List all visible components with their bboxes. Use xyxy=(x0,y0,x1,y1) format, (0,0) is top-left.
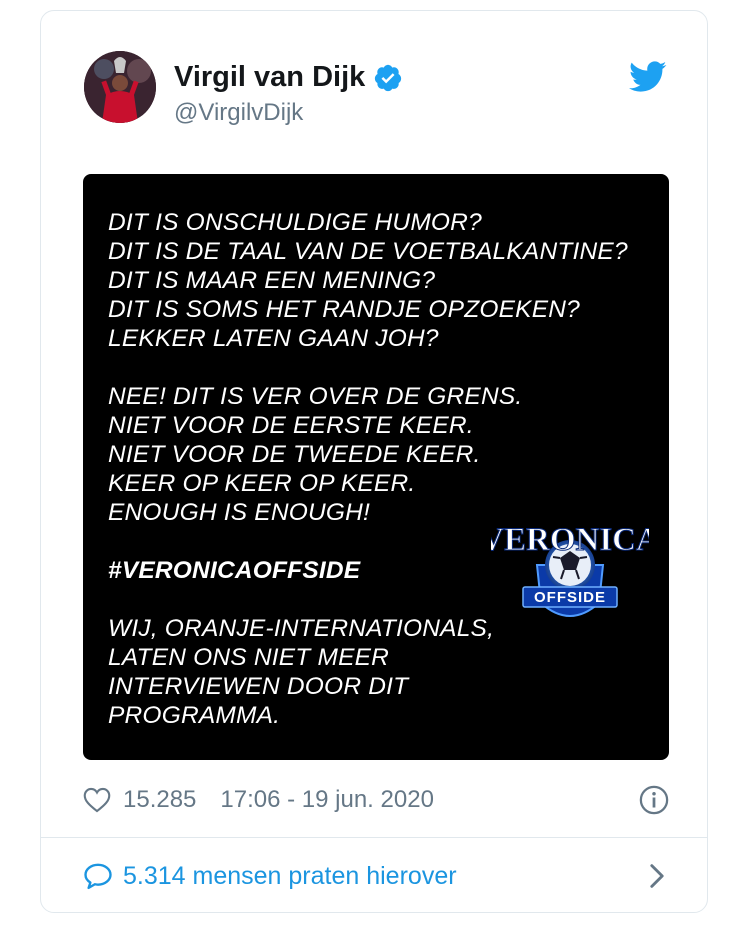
tweet-timestamp[interactable]: 17:06 - 19 jun. 2020 xyxy=(220,786,434,814)
statement-line: LEKKER LATEN GAAN JOH? xyxy=(108,325,439,352)
statement-line: LATEN ONS NIET MEER xyxy=(108,644,390,671)
tweet-meta: 15.285 17:06 - 19 jun. 2020 xyxy=(83,783,669,817)
author-name-row[interactable]: Virgil van Dijk xyxy=(174,61,403,94)
avatar[interactable] xyxy=(84,51,156,123)
conversation-text[interactable]: 5.314 mensen praten hierover xyxy=(123,862,457,891)
statement-line: INTERVIEWEN DOOR DIT xyxy=(108,673,409,700)
statement-line: DIT IS MAAR EEN MENING? xyxy=(108,267,436,294)
heart-icon[interactable] xyxy=(83,787,111,813)
verified-badge-icon xyxy=(375,64,402,91)
like-count[interactable]: 15.285 xyxy=(123,786,196,814)
logo-subtitle: OFFSIDE xyxy=(534,589,606,606)
conversation-link[interactable]: 5.314 mensen praten hierover xyxy=(83,859,669,893)
tweet-image[interactable]: DIT IS ONSCHULDIGE HUMOR? DIT IS DE TAAL… xyxy=(83,174,669,760)
statement-line: NIET VOOR DE EERSTE KEER. xyxy=(108,412,474,439)
tweet-card: Virgil van Dijk @VirgilvDijk DIT IS ONSC… xyxy=(40,10,708,913)
image-statement-text: DIT IS ONSCHULDIGE HUMOR? DIT IS DE TAAL… xyxy=(108,208,628,730)
logo-wordmark: VERONICA xyxy=(491,522,649,558)
statement-blank-line xyxy=(108,353,628,382)
statement-line: NEE! DIT IS VER OVER DE GRENS. xyxy=(108,383,523,410)
author-handle[interactable]: @VirgilvDijk xyxy=(174,99,303,127)
statement-line: NIET VOOR DE TWEEDE KEER. xyxy=(108,441,481,468)
statement-line: DIT IS ONSCHULDIGE HUMOR? xyxy=(108,209,482,236)
statement-line: DIT IS SOMS HET RANDJE OPZOEKEN? xyxy=(108,296,580,323)
statement-line: DIT IS DE TAAL VAN DE VOETBALKANTINE? xyxy=(108,238,628,265)
divider xyxy=(41,837,707,838)
reply-bubble-icon xyxy=(84,863,112,890)
statement-line: PROGRAMMA. xyxy=(108,702,281,729)
veronica-offside-logo: VERONICA OFFSIDE xyxy=(491,522,649,617)
author-name[interactable]: Virgil van Dijk xyxy=(174,61,365,94)
chevron-right-icon[interactable] xyxy=(649,863,665,889)
statement-line: KEER OP KEER OP KEER. xyxy=(108,470,416,497)
twitter-bird-icon[interactable] xyxy=(629,61,667,93)
info-icon[interactable] xyxy=(639,785,669,815)
